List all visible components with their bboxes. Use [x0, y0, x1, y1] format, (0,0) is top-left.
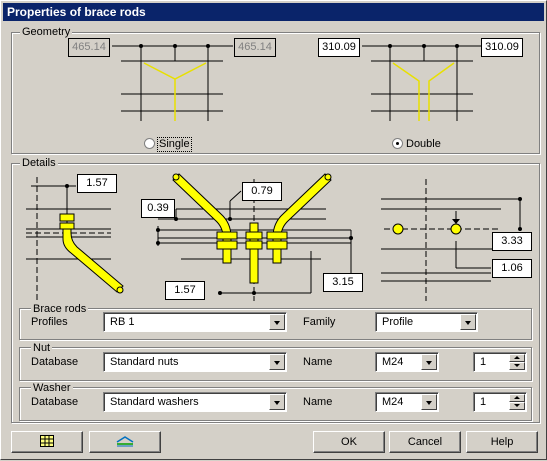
detail-dim-left-middle[interactable]: 0.39: [141, 199, 175, 218]
washer-name-select[interactable]: M24: [375, 392, 439, 412]
nut-name-label: Name: [303, 356, 333, 368]
cancel-button[interactable]: Cancel: [389, 431, 461, 453]
washer-name-label: Name: [303, 396, 333, 408]
family-select[interactable]: Profile: [375, 312, 478, 332]
chevron-down-icon[interactable]: [269, 314, 285, 330]
detail-dim-top-left[interactable]: 1.57: [77, 174, 117, 193]
chevron-down-icon[interactable]: [460, 314, 476, 330]
layer-stack-icon: [116, 436, 134, 447]
spin-down-icon[interactable]: [509, 402, 525, 410]
washer-database-label: Database: [31, 396, 79, 408]
grid-properties-icon: [40, 435, 54, 447]
nut-database-value: Standard nuts: [110, 356, 179, 368]
washer-database-select[interactable]: Standard washers: [103, 392, 287, 412]
washer-name-value: M24: [382, 396, 404, 408]
detail-dim-top-middle[interactable]: 0.79: [242, 182, 282, 201]
chevron-down-icon[interactable]: [269, 394, 285, 410]
detail-dim-right-upper[interactable]: 3.33: [492, 232, 532, 251]
nut-name-select[interactable]: M24: [375, 352, 439, 372]
family-value: Profile: [382, 316, 414, 328]
nut-name-value: M24: [382, 356, 404, 368]
washer-quantity-stepper[interactable]: 1: [473, 392, 527, 412]
spin-up-icon[interactable]: [509, 354, 525, 362]
washer-quantity-value: 1: [480, 396, 487, 408]
brace-rods-group-label: Brace rods: [31, 303, 89, 315]
detail-dim-bottom-right[interactable]: 3.15: [323, 273, 363, 292]
washer-group-label: Washer: [31, 382, 73, 394]
spin-up-icon[interactable]: [509, 394, 525, 402]
chevron-down-icon[interactable]: [269, 354, 285, 370]
nut-database-label: Database: [31, 356, 79, 368]
profiles-value: RB 1: [110, 316, 135, 328]
washer-database-value: Standard washers: [110, 396, 199, 408]
spin-down-icon[interactable]: [509, 362, 525, 370]
ok-button[interactable]: OK: [313, 431, 385, 453]
help-button[interactable]: Help: [466, 431, 538, 453]
profiles-select[interactable]: RB 1: [103, 312, 287, 332]
nut-database-select[interactable]: Standard nuts: [103, 352, 287, 372]
profiles-label: Profiles: [31, 316, 68, 328]
properties-dialog: Properties of brace rods Geometry 465.14…: [0, 0, 547, 460]
detail-dim-bottom-left[interactable]: 1.57: [165, 281, 205, 300]
chevron-down-icon[interactable]: [421, 354, 437, 370]
layer-stack-button[interactable]: [89, 431, 161, 453]
grid-properties-button[interactable]: [11, 431, 83, 453]
family-label: Family: [303, 316, 336, 328]
chevron-down-icon[interactable]: [421, 394, 437, 410]
nut-quantity-stepper[interactable]: 1: [473, 352, 527, 372]
nut-quantity-value: 1: [480, 356, 487, 368]
nut-group-label: Nut: [31, 342, 53, 354]
detail-dim-right-lower[interactable]: 1.06: [492, 259, 532, 278]
